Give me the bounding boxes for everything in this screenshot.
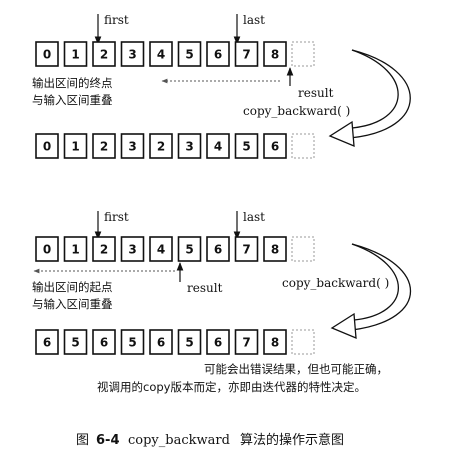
top-section: first last 0 1 2 3 4 5 6 7 8 输出区间的终点 与输入区间重叠 res… (32, 13, 411, 159)
figure-caption: 图 6-4 copy_backward 算法的操作示意图 (76, 432, 344, 448)
result-label: result (298, 86, 334, 100)
note-line-2: 与输入区间重叠 (32, 93, 113, 107)
result-label: result (187, 281, 223, 295)
array-cell-value: 6 (100, 336, 108, 350)
array-cell-value: 0 (43, 243, 51, 257)
array-cell-value: 3 (128, 243, 136, 257)
remark-line-1: 可能会出错误结果，但也可能正确， (204, 362, 388, 376)
array-cell-value: 5 (185, 48, 193, 62)
bottom-input-array: 0 1 2 3 4 5 6 7 8 (35, 236, 287, 262)
top-output-array: 0 1 2 3 2 3 4 5 6 (35, 133, 287, 159)
array-cell-value: 8 (271, 336, 279, 350)
array-cell-value: 4 (157, 48, 165, 62)
array-cell-value: 8 (271, 243, 279, 257)
curved-arrow-outer (349, 49, 411, 139)
empty-cell (291, 329, 315, 355)
array-cell-value: 0 (43, 140, 51, 154)
array-cell-value: 1 (71, 48, 79, 62)
call-label: copy_backward( ) (282, 276, 389, 290)
last-label: last (243, 13, 265, 27)
array-cell-value: 5 (128, 336, 136, 350)
array-cell-value: 2 (100, 48, 108, 62)
first-label: first (104, 210, 129, 224)
caption-suffix: 算法的操作示意图 (240, 432, 344, 448)
array-cell-value: 3 (128, 48, 136, 62)
curved-arrow-inner (351, 49, 399, 129)
call-label: copy_backward( ) (243, 104, 350, 118)
array-cell-value: 5 (185, 336, 193, 350)
array-cell-value: 6 (214, 48, 222, 62)
array-cell-value: 6 (214, 336, 222, 350)
curved-arrow-head (330, 312, 357, 340)
array-cell-value: 7 (242, 243, 250, 257)
array-cell-value: 2 (100, 140, 108, 154)
note-line-1: 输出区间的起点 (32, 280, 113, 294)
array-cell-value: 6 (43, 336, 51, 350)
empty-cell (291, 133, 315, 159)
array-cell-value: 6 (214, 243, 222, 257)
array-cell-value: 2 (100, 243, 108, 257)
note-line-1: 输出区间的终点 (32, 76, 113, 90)
array-cell-value: 8 (271, 48, 279, 62)
array-cell-value: 2 (157, 140, 165, 154)
array-cell-value: 6 (271, 140, 279, 154)
array-cell-value: 1 (71, 243, 79, 257)
array-cell-value: 7 (242, 48, 250, 62)
array-cell-value: 0 (43, 48, 51, 62)
bottom-section: first last 0 1 2 3 4 5 6 7 8 result 输出区间的起点 与输入区… (32, 210, 411, 394)
empty-cell (291, 41, 315, 67)
bottom-output-array: 6 5 6 5 6 5 6 7 8 (35, 329, 287, 355)
array-cell-value: 4 (157, 243, 165, 257)
array-cell-value: 5 (242, 140, 250, 154)
caption-prefix: 图 (76, 433, 89, 448)
array-cell-value: 4 (214, 140, 222, 154)
caption-number: 6-4 (96, 433, 120, 448)
top-input-array: 0 1 2 3 4 5 6 7 8 (35, 41, 287, 67)
array-cell-value: 5 (185, 243, 193, 257)
array-cell-value: 5 (71, 336, 79, 350)
caption-code: copy_backward (128, 433, 230, 448)
note-line-2: 与输入区间重叠 (32, 297, 113, 311)
empty-cell (291, 236, 315, 262)
copy-backward-diagram: first last 0 1 2 3 4 5 6 7 8 输出区间的终点 与输入区间重叠 res… (32, 13, 411, 448)
first-label: first (104, 13, 129, 27)
remark-line-2: 视调用的copy版本而定，亦即由迭代器的特性决定。 (97, 380, 366, 394)
array-cell-value: 6 (157, 336, 165, 350)
array-cell-value: 3 (128, 140, 136, 154)
curved-arrow-head (328, 120, 355, 148)
array-cell-value: 3 (185, 140, 193, 154)
array-cell-value: 7 (242, 336, 250, 350)
array-cell-value: 1 (71, 140, 79, 154)
last-label: last (243, 210, 265, 224)
